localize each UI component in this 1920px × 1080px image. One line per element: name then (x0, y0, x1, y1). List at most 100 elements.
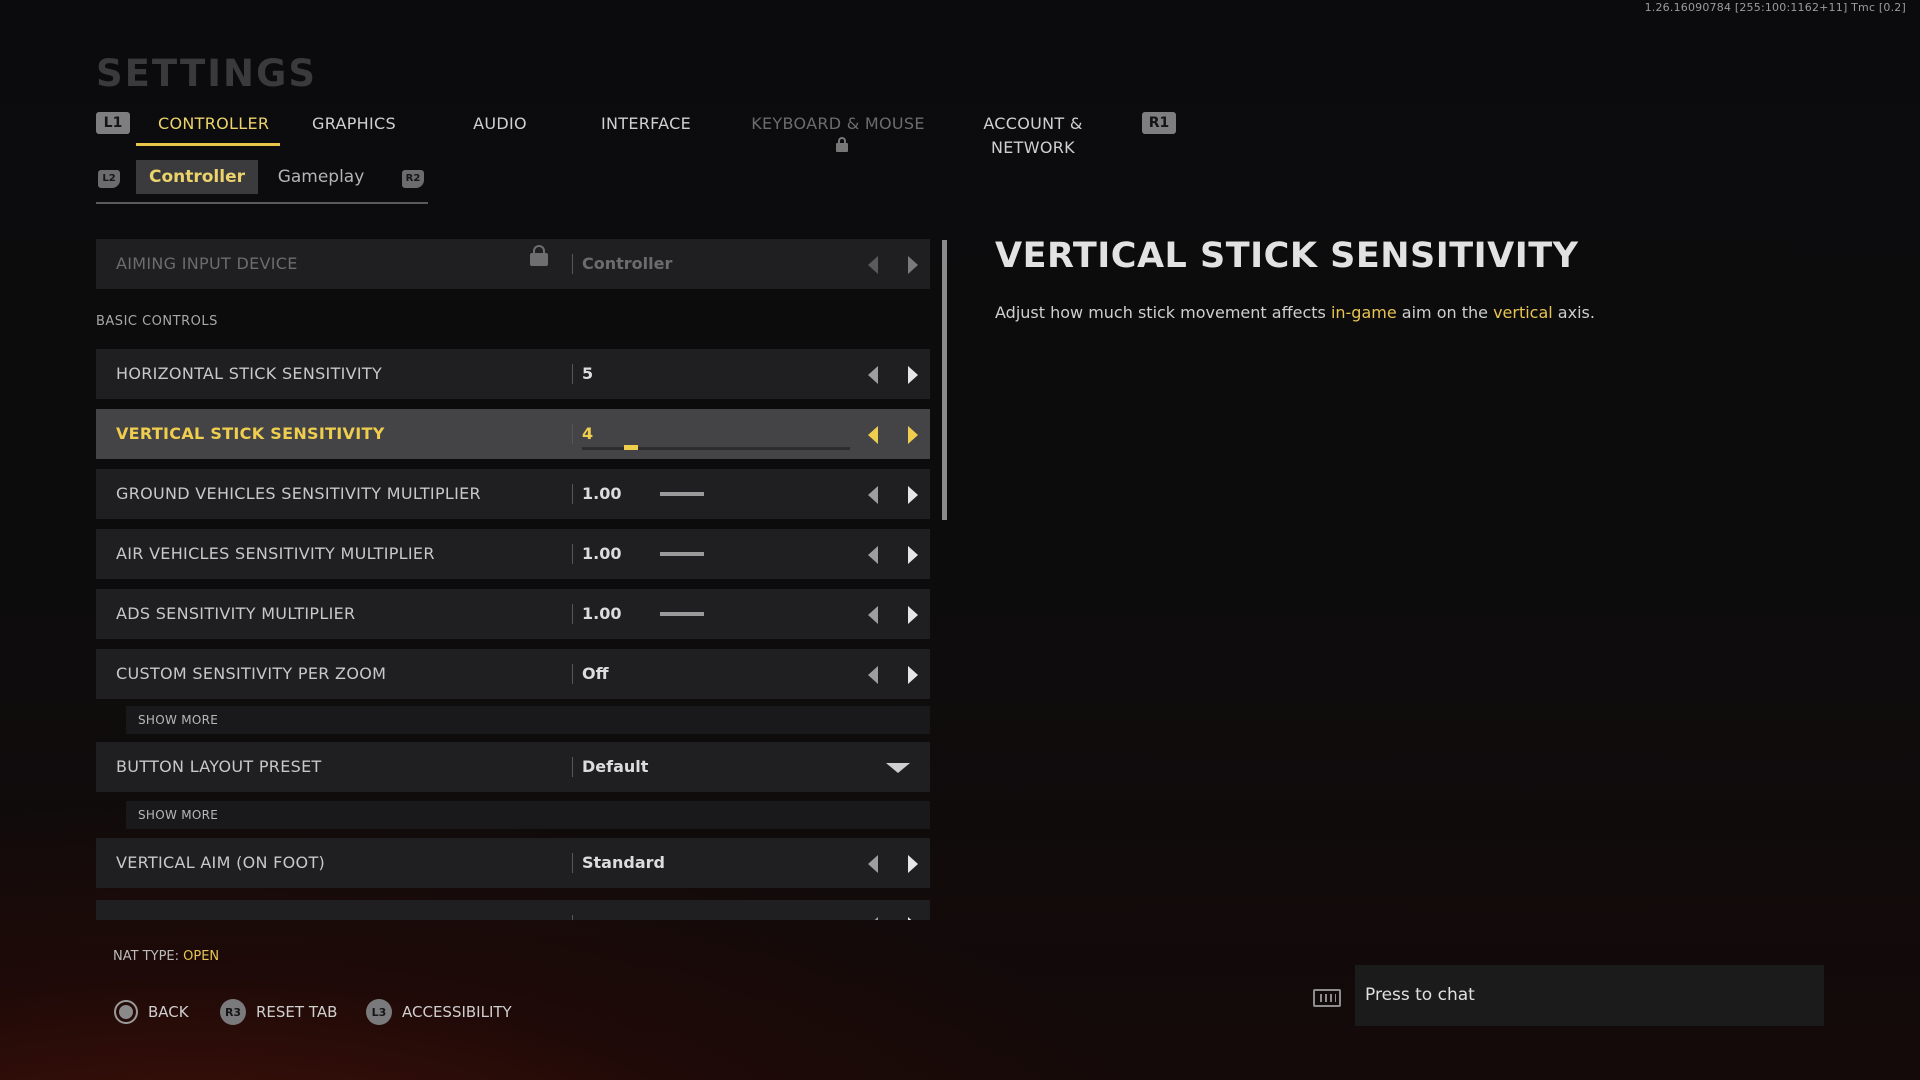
arrow-right-icon[interactable] (908, 606, 918, 624)
tab-label: AUDIO (473, 114, 527, 133)
setting-value: Standard (582, 853, 665, 872)
setting-value: Controller (582, 254, 673, 273)
arrow-left-icon[interactable] (868, 917, 878, 920)
arrow-left-icon[interactable] (868, 546, 878, 564)
setting-label: CUSTOM SENSITIVITY PER ZOOM (116, 664, 387, 683)
value-arrows (868, 914, 918, 920)
tab-graphics[interactable]: GRAPHICS (304, 112, 404, 146)
setting-label: ADS SENSITIVITY MULTIPLIER (116, 604, 356, 623)
tab-controller[interactable]: CONTROLLER (136, 112, 280, 146)
setting-label: AIR VEHICLES SENSITIVITY MULTIPLIER (116, 544, 435, 563)
arrow-right-icon[interactable] (908, 917, 918, 920)
setting-row-air-vehicles-multiplier[interactable]: AIR VEHICLES SENSITIVITY MULTIPLIER 1.00 (96, 529, 930, 579)
tab-audio[interactable]: AUDIO (450, 112, 550, 146)
back-button[interactable]: BACK (114, 998, 189, 1026)
setting-row-ads-multiplier[interactable]: ADS SENSITIVITY MULTIPLIER 1.00 (96, 589, 930, 639)
divider (572, 544, 573, 564)
divider (572, 757, 573, 777)
desc-text: axis. (1552, 303, 1595, 322)
setting-row-ground-vehicles-multiplier[interactable]: GROUND VEHICLES SENSITIVITY MULTIPLIER 1… (96, 469, 930, 519)
dropdown-caret-icon[interactable] (886, 763, 910, 773)
slider-fill (624, 445, 638, 450)
accessibility-label: ACCESSIBILITY (402, 1003, 512, 1021)
setting-row-aiming-input-device[interactable]: AIMING INPUT DEVICE Controller (96, 239, 930, 289)
version-string: 1.26.16090784 [255:100:1162+11] Tmc [0.2… (1644, 1, 1906, 14)
reset-tab-button[interactable]: R3 RESET TAB (220, 998, 337, 1026)
arrow-left-icon[interactable] (868, 256, 878, 274)
arrow-left-icon[interactable] (868, 606, 878, 624)
value-arrows (868, 603, 918, 625)
r2-button-badge[interactable]: R2 (402, 170, 424, 188)
tab-label: CONTROLLER (158, 114, 270, 133)
desc-text: Adjust how much stick movement affects (995, 303, 1331, 322)
r3-button-icon: R3 (220, 999, 246, 1025)
setting-row-button-layout-preset[interactable]: BUTTON LAYOUT PRESET Default (96, 742, 930, 792)
show-more-button[interactable]: SHOW MORE (126, 801, 930, 829)
desc-highlight: in-game (1330, 303, 1397, 322)
setting-row-horizontal-stick-sensitivity[interactable]: HORIZONTAL STICK SENSITIVITY 5 (96, 349, 930, 399)
tab-label: KEYBOARD & MOUSE (751, 114, 925, 133)
l1-button-badge[interactable]: L1 (96, 112, 130, 134)
arrow-left-icon[interactable] (868, 426, 878, 444)
setting-row-vertical-aim-on-foot[interactable]: VERTICAL AIM (ON FOOT) Standard (96, 838, 930, 888)
desc-highlight: vertical (1493, 303, 1553, 322)
subtab-gameplay[interactable]: Gameplay (266, 160, 376, 194)
sensitivity-slider[interactable] (582, 445, 850, 450)
list-scrollbar[interactable] (942, 240, 947, 520)
show-more-button[interactable]: SHOW MORE (126, 706, 930, 734)
setting-row-vertical-stick-sensitivity[interactable]: VERTICAL STICK SENSITIVITY 4 (96, 409, 930, 459)
arrow-right-icon[interactable] (908, 666, 918, 684)
tab-account-network[interactable]: ACCOUNT & NETWORK (948, 112, 1118, 157)
detail-description: Adjust how much stick movement affects i… (995, 303, 1595, 322)
arrow-left-icon[interactable] (868, 855, 878, 873)
arrow-right-icon[interactable] (908, 426, 918, 444)
arrow-right-icon[interactable] (908, 256, 918, 274)
tab-label: ACCOUNT & NETWORK (983, 114, 1083, 157)
setting-value: Default (582, 757, 649, 776)
setting-label: VERTICAL AIM (ON FOOT) (116, 853, 326, 872)
divider (572, 424, 573, 444)
circle-button-icon (114, 1000, 138, 1024)
arrow-right-icon[interactable] (908, 546, 918, 564)
value-arrows (868, 663, 918, 685)
setting-label: VERTICAL STICK SENSITIVITY (116, 424, 385, 443)
setting-value: 5 (582, 364, 594, 383)
setting-value: Off (582, 664, 609, 683)
chat-placeholder: Press to chat (1365, 985, 1475, 1005)
arrow-right-icon[interactable] (908, 486, 918, 504)
arrow-left-icon[interactable] (868, 366, 878, 384)
divider (572, 853, 573, 873)
accessibility-button[interactable]: L3 ACCESSIBILITY (366, 998, 512, 1026)
value-arrows (868, 543, 918, 565)
arrow-left-icon[interactable] (868, 486, 878, 504)
arrow-right-icon[interactable] (908, 855, 918, 873)
value-arrows (868, 852, 918, 874)
subtab-controller[interactable]: Controller (136, 160, 258, 194)
back-label: BACK (148, 1003, 189, 1021)
setting-row-partial[interactable] (96, 900, 930, 920)
show-more-label: SHOW MORE (138, 713, 219, 727)
subtab-bar: L2 Controller Gameplay R2 (96, 158, 428, 204)
divider (572, 484, 573, 504)
setting-row-custom-sensitivity-per-zoom[interactable]: CUSTOM SENSITIVITY PER ZOOM Off (96, 649, 930, 699)
tab-interface[interactable]: INTERFACE (596, 112, 696, 146)
l2-button-badge[interactable]: L2 (98, 170, 120, 188)
setting-label: AIMING INPUT DEVICE (116, 254, 298, 273)
l3-button-icon: L3 (366, 999, 392, 1025)
divider (572, 664, 573, 684)
arrow-left-icon[interactable] (868, 666, 878, 684)
value-arrows (868, 253, 918, 275)
tab-keyboard-mouse[interactable]: KEYBOARD & MOUSE (748, 112, 928, 152)
setting-label: BUTTON LAYOUT PRESET (116, 757, 322, 776)
show-more-label: SHOW MORE (138, 808, 219, 822)
r1-button-badge[interactable]: R1 (1142, 112, 1176, 134)
value-bar (660, 552, 704, 556)
divider (572, 915, 573, 920)
lock-icon (530, 245, 548, 266)
keyboard-icon (1313, 989, 1341, 1007)
arrow-right-icon[interactable] (908, 366, 918, 384)
divider (572, 604, 573, 624)
divider (572, 254, 573, 274)
lock-icon (836, 137, 848, 152)
chat-input[interactable]: Press to chat (1355, 965, 1824, 1026)
